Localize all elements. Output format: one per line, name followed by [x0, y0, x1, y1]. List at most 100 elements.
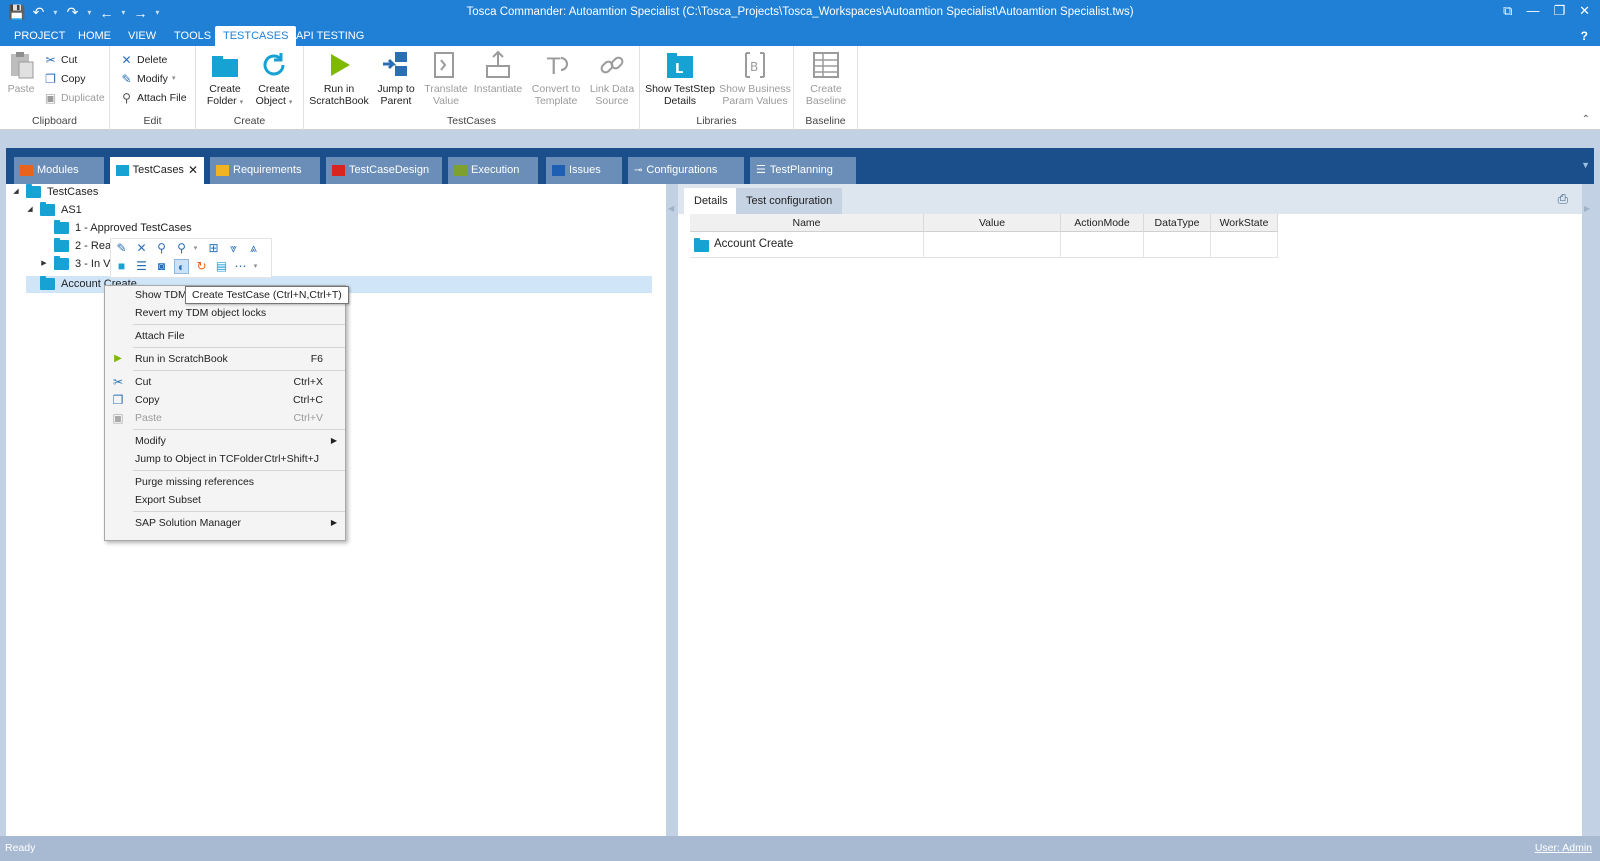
- show-teststep-details-button[interactable]: L Show TestStep Details: [644, 50, 716, 107]
- doc-tab-issues[interactable]: Issues: [546, 157, 622, 184]
- menu-item-jump-to-object[interactable]: Jump to Object in TCFolder Ctrl+Shift+J: [105, 450, 345, 468]
- menu-item-copy[interactable]: ❐ Copy Ctrl+C: [105, 391, 345, 409]
- doc-tab-testcases[interactable]: TestCases ✕: [110, 157, 204, 184]
- collapse-left-icon[interactable]: ◀: [668, 204, 674, 213]
- help-icon[interactable]: ?: [1581, 29, 1588, 43]
- tab-project[interactable]: PROJECT: [6, 26, 73, 46]
- collapse-ribbon-icon[interactable]: ⌃: [1582, 114, 1590, 125]
- menu-item-revert-tdm-locks[interactable]: Revert my TDM object locks: [105, 304, 345, 322]
- configurations-icon: ⊸: [634, 165, 643, 176]
- create-folder-button[interactable]: Create Folder ▾: [202, 50, 248, 109]
- search-dropdown-icon[interactable]: ⚲: [174, 241, 189, 256]
- menu-item-modify[interactable]: Modify ▶: [105, 432, 345, 450]
- column-header-actionmode[interactable]: ActionMode: [1061, 214, 1144, 232]
- jump-to-parent-button[interactable]: Jump to Parent: [372, 50, 420, 107]
- table-cell-actionmode[interactable]: [1061, 232, 1144, 258]
- expand-down-icon[interactable]: ⩔: [226, 241, 241, 256]
- tab-menu-icon[interactable]: ▼: [1581, 160, 1590, 170]
- business-params-icon: B: [745, 52, 765, 78]
- create-baseline-button[interactable]: Create Baseline: [800, 50, 852, 107]
- table-cell-value[interactable]: [924, 232, 1061, 258]
- restore-icon[interactable]: ❐: [1553, 3, 1565, 19]
- edit-icon[interactable]: ✎: [114, 241, 129, 256]
- list-icon[interactable]: ☰: [134, 259, 149, 274]
- create-folder-icon[interactable]: ■: [114, 259, 129, 274]
- table-cell-datatype[interactable]: [1144, 232, 1211, 258]
- chevron-down-icon[interactable]: ▾: [188, 241, 203, 256]
- collapse-arrow-icon[interactable]: ◢: [26, 201, 34, 219]
- collapse-up-icon[interactable]: ⩓: [246, 241, 261, 256]
- refresh-icon[interactable]: ↻: [194, 259, 209, 274]
- layout-icon[interactable]: ⧉: [1503, 3, 1512, 19]
- column-header-name[interactable]: Name: [690, 214, 924, 232]
- translate-icon: [434, 52, 454, 78]
- right-scrollbar[interactable]: ▶: [1582, 184, 1594, 836]
- menu-item-paste[interactable]: ▣ Paste Ctrl+V: [105, 409, 345, 427]
- create-group-label: Create: [233, 115, 266, 127]
- menu-item-attach-file[interactable]: Attach File: [105, 327, 345, 345]
- expand-all-icon[interactable]: ⊞: [206, 241, 221, 256]
- tab-api-testing[interactable]: API TESTING: [288, 26, 372, 46]
- paste-button[interactable]: Paste: [4, 50, 38, 95]
- tree-item-ready[interactable]: 2 - Rea: [40, 237, 111, 255]
- translate-value-button[interactable]: Translate Value: [422, 50, 470, 107]
- print-icon[interactable]: ⎙: [1558, 191, 1568, 207]
- menu-item-export-subset[interactable]: Export Subset: [105, 491, 345, 509]
- tree-item-testcases[interactable]: ◢ TestCases: [12, 183, 98, 201]
- copy-button[interactable]: ❐ Copy: [44, 70, 85, 88]
- expand-arrow-icon[interactable]: ▶: [40, 255, 48, 273]
- user-link[interactable]: User: Admin: [1535, 842, 1592, 854]
- table-row[interactable]: Account Create: [690, 232, 924, 258]
- tree-item-approved-testcases[interactable]: 1 - Approved TestCases: [40, 219, 192, 237]
- close-icon[interactable]: ✕: [1579, 3, 1590, 19]
- close-tab-icon[interactable]: ✕: [188, 157, 198, 184]
- cut-button[interactable]: ✂ Cut: [44, 51, 77, 69]
- create-object-button[interactable]: Create Object ▾: [250, 50, 298, 109]
- attach-file-button[interactable]: ⚲ Attach File: [120, 89, 187, 107]
- testcases-folder-icon: [116, 165, 129, 176]
- menu-item-sap-solution-manager[interactable]: SAP Solution Manager ▶: [105, 514, 345, 532]
- table-cell-workstate[interactable]: [1211, 232, 1278, 258]
- link-data-source-button[interactable]: Link Data Source: [586, 50, 638, 107]
- tree-item-in-work[interactable]: ▶ 3 - In V: [40, 255, 110, 273]
- tab-details[interactable]: Details: [684, 188, 738, 214]
- more-icon[interactable]: ⋯: [233, 259, 248, 274]
- menu-item-run-in-scratchbook[interactable]: ▶ Run in ScratchBook F6: [105, 350, 345, 368]
- doc-tab-modules[interactable]: Modules: [14, 157, 104, 184]
- modify-button[interactable]: ✎ Modify ▾: [120, 70, 175, 88]
- collapse-right-icon[interactable]: ▶: [1584, 204, 1590, 213]
- show-business-param-values-button[interactable]: B Show Business Param Values: [718, 50, 792, 107]
- tab-testcases[interactable]: TESTCASES: [215, 26, 297, 46]
- doc-tab-testplanning[interactable]: ☰ TestPlanning: [750, 157, 856, 184]
- column-header-workstate[interactable]: WorkState: [1211, 214, 1278, 232]
- chevron-down-icon[interactable]: ▾: [248, 259, 263, 274]
- menu-item-purge-missing-references[interactable]: Purge missing references: [105, 473, 345, 491]
- column-header-value[interactable]: Value: [924, 214, 1061, 232]
- pane-splitter[interactable]: ◀: [666, 184, 678, 836]
- minimize-icon[interactable]: —: [1526, 3, 1539, 19]
- search-icon[interactable]: ⚲: [154, 241, 169, 256]
- collapse-arrow-icon[interactable]: ◢: [12, 183, 20, 201]
- document-tab-bar: Modules TestCases ✕ Requirements TestCase…: [6, 148, 1594, 184]
- duplicate-button[interactable]: ▣ Duplicate: [44, 89, 105, 107]
- delete-button[interactable]: ✕ Delete: [120, 51, 167, 69]
- tab-tools[interactable]: TOOLS: [166, 26, 219, 46]
- details-pane: [678, 184, 1582, 836]
- tree-item-as1[interactable]: ◢ AS1: [26, 201, 82, 219]
- library-icon[interactable]: ▤: [214, 259, 229, 274]
- tab-view[interactable]: VIEW: [120, 26, 164, 46]
- menu-item-cut[interactable]: ✂ Cut Ctrl+X: [105, 373, 345, 391]
- convert-to-template-button[interactable]: T Convert to Template: [528, 50, 584, 107]
- doc-tab-requirements[interactable]: Requirements: [210, 157, 320, 184]
- doc-tab-configurations[interactable]: ⊸ Configurations: [628, 157, 744, 184]
- doc-tab-testcasedesign[interactable]: TestCaseDesign: [326, 157, 442, 184]
- doc-tab-execution[interactable]: Execution: [448, 157, 538, 184]
- tab-home[interactable]: HOME: [70, 26, 119, 46]
- screenshot-icon[interactable]: ◙: [154, 259, 169, 274]
- run-in-scratchbook-button[interactable]: Run in ScratchBook: [308, 50, 370, 107]
- create-testcase-icon[interactable]: ◐: [174, 259, 189, 274]
- instantiate-button[interactable]: Instantiate: [470, 50, 526, 95]
- column-header-datatype[interactable]: DataType: [1144, 214, 1211, 232]
- tab-test-configuration[interactable]: Test configuration: [736, 188, 843, 214]
- delete-icon[interactable]: ✕: [134, 241, 149, 256]
